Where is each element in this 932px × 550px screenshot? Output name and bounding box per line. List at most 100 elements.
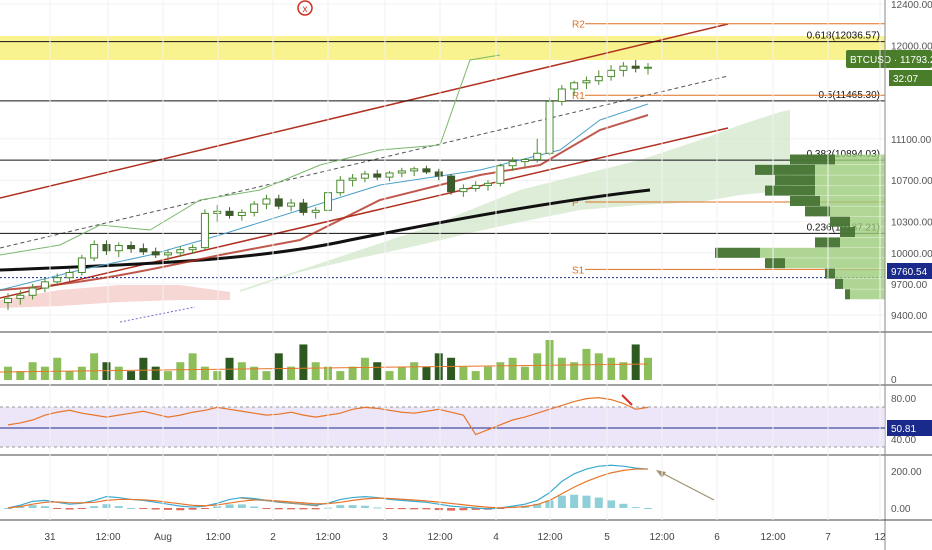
macd-histogram-bar	[570, 494, 579, 508]
volume-bar	[77, 366, 86, 380]
macd-histogram-bar	[139, 508, 148, 509]
close-x-icon: x	[303, 4, 308, 15]
volume-profile-bar-dark	[775, 175, 815, 186]
macd-histogram-bar	[262, 508, 271, 509]
volume-bar	[151, 366, 160, 380]
volume-bar	[594, 353, 603, 380]
candle-body	[114, 245, 123, 252]
candle-body	[176, 249, 185, 254]
macd-histogram-bar	[114, 506, 123, 508]
candle-body	[496, 165, 505, 184]
macd-histogram-bar	[102, 504, 111, 508]
volume-bar	[644, 357, 652, 380]
macd-histogram-bar	[619, 503, 628, 508]
volume-bar	[422, 366, 431, 380]
highlight-band	[0, 36, 885, 60]
price-scale-label: 9400.00	[891, 311, 928, 322]
volume-axis-label: 0	[891, 375, 897, 386]
candle-body	[287, 202, 296, 207]
volume-bar	[299, 344, 308, 380]
volume-bar	[373, 362, 382, 380]
candle-body	[77, 257, 86, 273]
volume-bar	[557, 357, 566, 380]
candle-body	[250, 203, 259, 213]
time-axis-label: Aug	[154, 532, 172, 543]
macd-histogram-bar	[594, 497, 603, 508]
macd-histogram-bar	[397, 508, 406, 510]
fib-level-label: 0.618(12036.57)	[807, 31, 880, 42]
time-axis-label: 7	[825, 532, 831, 543]
candle-body	[434, 171, 443, 177]
volume-bar	[40, 366, 49, 380]
macd-histogram-bar	[40, 506, 49, 508]
macd-arrow-head	[656, 470, 666, 478]
volume-bar	[459, 366, 468, 380]
candle-body	[90, 244, 99, 259]
price-scale-label: 12400.00	[891, 0, 932, 11]
macd-histogram-bar	[53, 508, 62, 509]
macd-histogram-bar	[582, 495, 591, 508]
volume-bar	[53, 357, 62, 380]
macd-histogram-bar	[77, 508, 86, 509]
volume-bar	[139, 357, 148, 380]
macd-histogram-bar	[90, 506, 99, 508]
candle-body	[336, 179, 345, 194]
candle-body	[385, 172, 394, 178]
volume-bar	[496, 362, 505, 380]
countdown-text: 32:07	[893, 74, 918, 85]
candle-body	[139, 248, 148, 253]
macd-histogram-bar	[348, 505, 357, 508]
candle-body	[520, 159, 529, 163]
candle-body	[16, 294, 25, 299]
candle-body	[274, 198, 283, 207]
candle-body	[459, 188, 468, 193]
macd-histogram-bar	[176, 508, 185, 511]
volume-bar	[16, 371, 25, 380]
candle-body	[410, 168, 419, 172]
candle-body	[557, 88, 566, 102]
volume-bar	[447, 357, 456, 380]
volume-bar	[274, 353, 283, 380]
volume-bar	[533, 353, 542, 380]
countdown-badge: 32:07	[889, 70, 932, 86]
candle-body	[213, 210, 222, 214]
macd-histogram-bar	[225, 504, 234, 508]
candle-body	[299, 202, 308, 213]
volume-bar	[237, 362, 246, 380]
macd-histogram-bar	[28, 505, 37, 508]
macd-histogram-bar	[385, 508, 394, 509]
macd-histogram-bar	[422, 508, 431, 510]
time-axis-label: 12:00	[649, 532, 674, 543]
volume-profile-bar-dark	[840, 227, 855, 238]
candle-body	[607, 69, 616, 78]
candle-body	[225, 210, 234, 216]
macd-histogram-bar	[287, 508, 296, 510]
candle-body	[397, 170, 406, 174]
candle-body	[631, 65, 640, 69]
chart-canvas: 0.618(12036.57)0.5(11465.30)0.382(10894.…	[0, 0, 932, 550]
macd-axis-0: 0.00	[891, 504, 911, 515]
macd-histogram-bar	[459, 508, 468, 511]
time-axis-label: 12:00	[315, 532, 340, 543]
price-scale-label: 10000.00	[891, 249, 932, 260]
close-marker[interactable]: x	[297, 0, 313, 16]
price-scale-label: 9700.00	[891, 280, 928, 291]
macd-histogram-bar	[200, 508, 209, 509]
volume-bar	[348, 366, 357, 380]
last-price-text: BTCUSD · 11793.25	[850, 55, 932, 66]
volume-bar	[90, 353, 99, 380]
macd-histogram-bar	[188, 508, 197, 510]
macd-histogram-bar	[631, 507, 640, 509]
volume-bar	[213, 371, 222, 380]
macd-histogram-bar	[164, 508, 172, 510]
candle-body	[594, 76, 603, 82]
horizontal-line-badge: 9760.54	[887, 263, 932, 279]
candle-body	[582, 80, 591, 84]
volume-bar	[262, 371, 271, 380]
macd-histogram-bar	[127, 508, 136, 509]
macd-histogram-bar	[237, 504, 246, 508]
hline-badge-text: 9760.54	[891, 267, 928, 278]
volume-bar	[336, 371, 345, 380]
rsi-axis-40: 40.00	[891, 435, 916, 446]
candle-body	[53, 277, 62, 283]
